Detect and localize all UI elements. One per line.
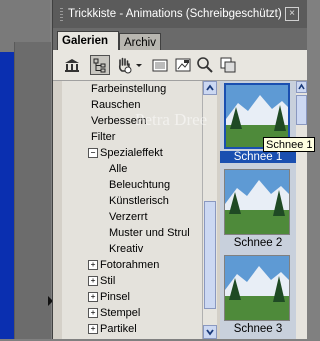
- tree-item-rauschen[interactable]: Rauschen: [91, 97, 141, 113]
- gallery-icon[interactable]: [62, 55, 82, 75]
- photo-frame-icon[interactable]: [173, 55, 193, 75]
- thumbnail-caption: Schnee 1: [220, 151, 296, 163]
- tree-item-label: Partikel: [100, 323, 137, 335]
- tree-view-icon[interactable]: [90, 55, 110, 75]
- tree-item-label: Stempel: [100, 307, 141, 319]
- dropdown-arrow-icon[interactable]: [134, 55, 144, 75]
- thumbnail-scrollbar[interactable]: [296, 81, 307, 339]
- tree-item-verbessern[interactable]: Verbessern: [91, 113, 147, 129]
- image-icon[interactable]: [150, 55, 170, 75]
- background-window-blue: [0, 52, 14, 339]
- window-title: Trickkiste - Animations (Schreibgeschütz…: [68, 8, 282, 20]
- scroll-thumb[interactable]: [296, 95, 307, 125]
- tree-item-farbeinstellung[interactable]: Farbeinstellung: [91, 81, 166, 97]
- tree-item-label: Spezialeffekt: [100, 147, 163, 159]
- tree-item-filter[interactable]: Filter: [91, 129, 115, 145]
- expand-icon[interactable]: +: [88, 308, 98, 318]
- tree-item-label: Fotorahmen: [100, 259, 160, 271]
- expand-icon[interactable]: +: [88, 324, 98, 334]
- thumbnail-schnee-2[interactable]: [224, 169, 290, 235]
- thumbnail-grid: Schnee 1 Schnee 2 Schnee 3: [220, 81, 296, 339]
- expand-icon[interactable]: +: [88, 292, 98, 302]
- category-tree: Farbeinstellung Rauschen Verbessern Filt…: [62, 81, 202, 339]
- copy-icon[interactable]: [218, 55, 238, 75]
- tree-item-label: Stil: [100, 275, 116, 287]
- collapse-icon[interactable]: −: [88, 148, 98, 158]
- thumbnail-schnee-3[interactable]: [224, 255, 290, 321]
- scroll-up-button[interactable]: [203, 81, 217, 95]
- background-window-frame: [14, 42, 51, 339]
- tab-bar: Galerien Archiv: [53, 28, 307, 50]
- tree-item-kreativ[interactable]: Kreativ: [109, 241, 143, 257]
- tree-item-label: Pinsel: [100, 291, 130, 303]
- scroll-down-button[interactable]: [203, 325, 217, 339]
- expand-icon[interactable]: +: [88, 260, 98, 270]
- tab-archiv[interactable]: Archiv: [119, 33, 161, 50]
- hand-icon[interactable]: [114, 55, 134, 75]
- tree-scrollbar[interactable]: [202, 81, 217, 339]
- content-area: Farbeinstellung Rauschen Verbessern Filt…: [53, 81, 307, 339]
- tree-item-muster-und-struktur[interactable]: Muster und Strul: [109, 225, 190, 241]
- tree-item-verzerrt[interactable]: Verzerrt: [109, 209, 148, 225]
- scroll-up-button[interactable]: [296, 81, 307, 93]
- tooltip: Schnee 1: [263, 137, 316, 152]
- thumbnail-caption: Schnee 3: [233, 323, 283, 335]
- toolbar: [53, 50, 307, 81]
- thumbnail-caption: Schnee 2: [233, 237, 283, 249]
- tree-item-beleuchtung[interactable]: Beleuchtung: [109, 177, 170, 193]
- grip-icon[interactable]: [60, 8, 63, 21]
- tree-item-kunstlerisch[interactable]: Künstlerisch: [109, 193, 169, 209]
- expand-icon[interactable]: +: [88, 276, 98, 286]
- trickkiste-panel: Trickkiste - Animations (Schreibgeschütz…: [52, 0, 316, 339]
- tab-galerien[interactable]: Galerien: [57, 31, 119, 50]
- scroll-thumb[interactable]: [204, 201, 216, 309]
- close-icon[interactable]: ×: [285, 7, 299, 21]
- title-bar[interactable]: Trickkiste - Animations (Schreibgeschütz…: [53, 0, 307, 28]
- tree-item-alle[interactable]: Alle: [109, 161, 127, 177]
- search-icon[interactable]: [195, 55, 215, 75]
